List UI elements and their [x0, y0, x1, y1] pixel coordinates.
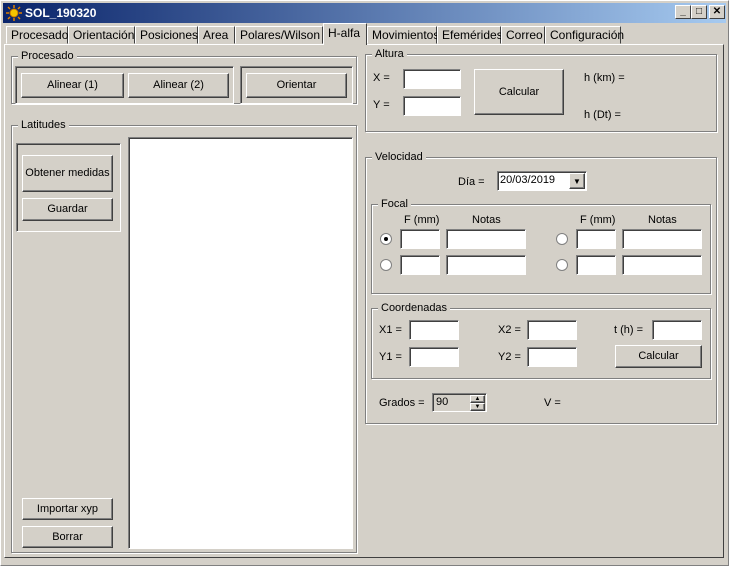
x1-label: X1 = [379, 324, 402, 336]
spin-up-icon[interactable]: ▲ [470, 395, 485, 403]
altura-y-input[interactable] [403, 96, 461, 116]
tab-posiciones[interactable]: Posiciones [135, 26, 198, 44]
save-button[interactable]: Guardar [22, 198, 113, 221]
title-bar: SOL_190320 _ □ ✕ [3, 3, 726, 23]
latitudes-list[interactable] [128, 137, 353, 549]
tab-configuracion[interactable]: Configuración [545, 26, 624, 44]
altura-x-input[interactable] [403, 69, 461, 89]
altura-label: Altura [372, 48, 407, 60]
y2-label: Y2 = [498, 351, 521, 363]
latitudes-label: Latitudes [18, 119, 69, 131]
delete-button[interactable]: Borrar [22, 526, 113, 548]
spin-down-icon[interactable]: ▼ [470, 403, 485, 411]
tab-orientacion[interactable]: Orientación [68, 26, 135, 44]
tab-efemerides[interactable]: Efemérides [437, 26, 503, 44]
grados-value: 90 [436, 396, 449, 408]
obtain-measurements-button[interactable]: Obtener medidas [22, 155, 113, 192]
sun-app-icon [6, 5, 22, 21]
focal-f-input-2[interactable] [576, 229, 616, 249]
date-picker[interactable]: 20/03/2019 ▼ [497, 171, 587, 191]
focal-f-input-4[interactable] [576, 255, 616, 275]
tab-correo[interactable]: Correo [501, 26, 545, 44]
tab-polares-wilson[interactable]: Polares/Wilson [235, 26, 323, 44]
focal-radio-4[interactable] [556, 259, 568, 271]
import-xyp-button[interactable]: Importar xyp [22, 498, 113, 520]
h-dt-label: h (Dt) = [584, 109, 621, 121]
tab-area[interactable]: Area [198, 26, 235, 44]
focal-f-input-3[interactable] [400, 255, 440, 275]
focal-notes-input-3[interactable] [446, 255, 526, 275]
grados-spinner[interactable]: 90 ▲ ▼ [432, 393, 487, 412]
y1-input[interactable] [409, 347, 459, 367]
procesado-label: Procesado [18, 50, 77, 62]
altura-x-label: X = [373, 72, 390, 84]
altura-calculate-button[interactable]: Calcular [474, 69, 564, 115]
x2-label: X2 = [498, 324, 521, 336]
tab-h-alfa[interactable]: H-alfa [323, 23, 367, 45]
y2-input[interactable] [527, 347, 577, 367]
focal-f-header-right: F (mm) [580, 214, 616, 226]
align-2-button[interactable]: Alinear (2) [128, 73, 229, 98]
focal-radio-1[interactable] [380, 233, 392, 245]
focal-notas-header-right: Notas [648, 214, 677, 226]
x1-input[interactable] [409, 320, 459, 340]
focal-f-header-left: F (mm) [404, 214, 440, 226]
focal-notes-input-4[interactable] [622, 255, 702, 275]
day-label: Día = [458, 176, 485, 188]
close-button[interactable]: ✕ [709, 5, 725, 19]
focal-notes-input-1[interactable] [446, 229, 526, 249]
focal-notas-header-left: Notas [472, 214, 501, 226]
focal-radio-2[interactable] [556, 233, 568, 245]
velocidad-label: Velocidad [372, 151, 426, 163]
minimize-button[interactable]: _ [675, 5, 691, 19]
altura-y-label: Y = [373, 99, 390, 111]
maximize-button[interactable]: □ [691, 5, 707, 19]
focal-notes-input-2[interactable] [622, 229, 702, 249]
focal-radio-3[interactable] [380, 259, 392, 271]
h-km-label: h (km) = [584, 72, 625, 84]
coordenadas-group: Coordenadas [371, 302, 711, 379]
y1-label: Y1 = [379, 351, 402, 363]
align-1-button[interactable]: Alinear (1) [21, 73, 124, 98]
tab-movimientos[interactable]: Movimientos [367, 26, 439, 44]
window-title: SOL_190320 [25, 6, 97, 20]
velocity-result-label: V = [544, 397, 561, 409]
focal-f-input-1[interactable] [400, 229, 440, 249]
date-value: 20/03/2019 [500, 174, 556, 186]
focal-label: Focal [378, 198, 411, 210]
velocity-calculate-button[interactable]: Calcular [615, 345, 702, 368]
grados-label: Grados = [379, 397, 425, 409]
coordenadas-label: Coordenadas [378, 302, 451, 314]
t-label: t (h) = [614, 324, 644, 336]
t-input[interactable] [652, 320, 702, 340]
tab-procesado[interactable]: Procesado [6, 26, 68, 44]
x2-input[interactable] [527, 320, 577, 340]
chevron-down-icon[interactable]: ▼ [569, 173, 585, 189]
orient-button[interactable]: Orientar [246, 73, 347, 98]
